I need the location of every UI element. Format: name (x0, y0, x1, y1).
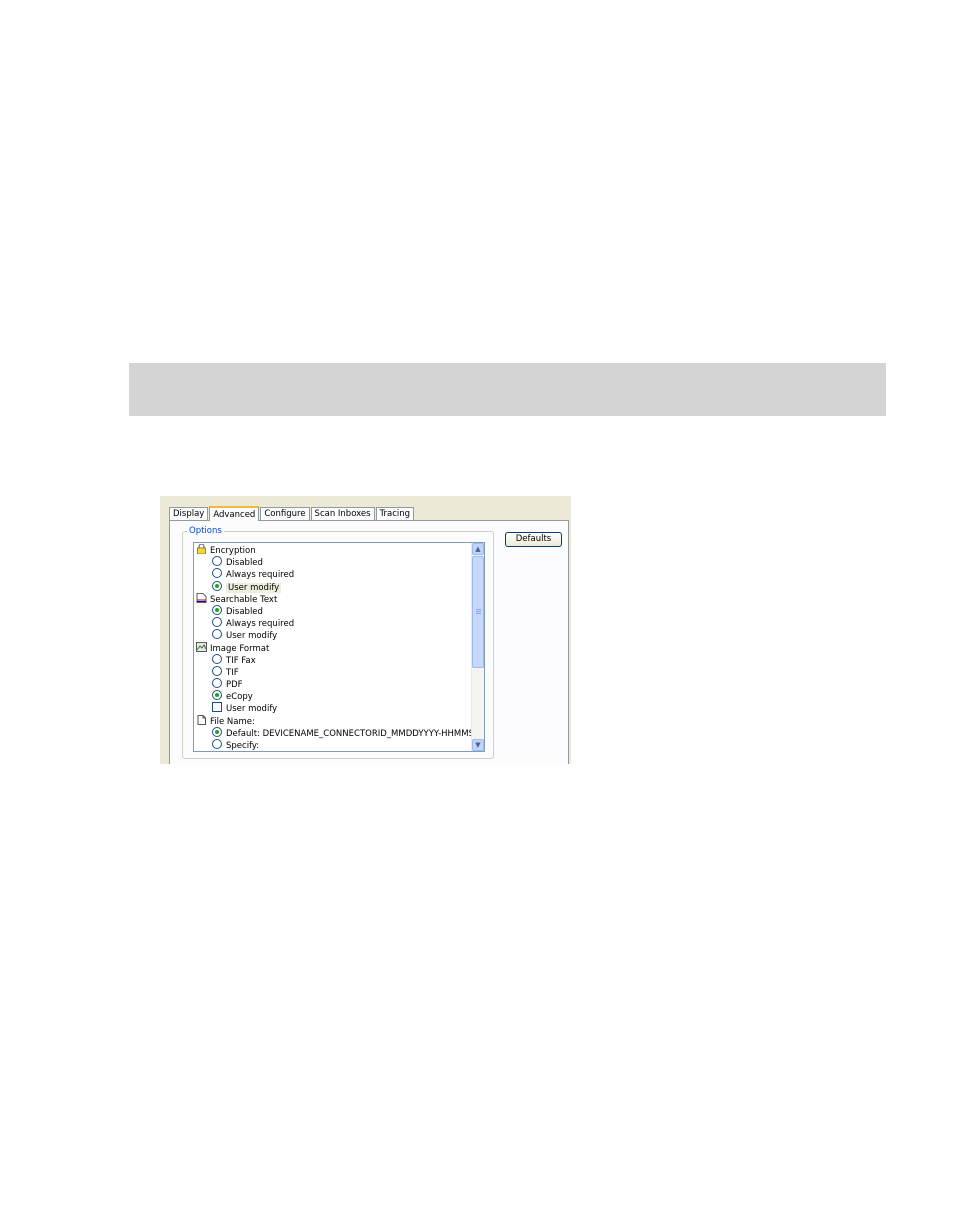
category-encryption: Encryption (194, 543, 470, 556)
radio-option[interactable]: Disabled (194, 604, 470, 617)
option-label: TIF (226, 667, 239, 678)
tab-configure[interactable]: Configure (260, 507, 310, 520)
tab-advanced[interactable]: Advanced (209, 506, 260, 521)
option-label: Disabled (226, 606, 263, 617)
radio-button[interactable] (212, 739, 222, 749)
option-label: PDF (226, 680, 243, 691)
option-label: Always required (226, 570, 295, 581)
scroll-up-button[interactable]: ▲ (472, 543, 484, 555)
tab-strip: Display Advanced Configure Scan Inboxes … (169, 506, 415, 521)
category-image-format: Image Format (194, 641, 470, 654)
option-label: File Name: (210, 716, 255, 727)
radio-button[interactable] (212, 726, 222, 737)
radio-button[interactable] (212, 629, 222, 640)
radio-button[interactable] (212, 617, 222, 628)
option-label: Specify: (226, 741, 260, 751)
defaults-button[interactable]: Defaults (505, 532, 562, 547)
radio-option[interactable]: TIF (194, 665, 470, 678)
options-list-content: Encryption Disabled Always required User mo… (194, 543, 479, 751)
option-label: User modify (226, 704, 278, 715)
tab-scan-inboxes[interactable]: Scan Inboxes (310, 507, 375, 520)
radio-option[interactable]: PDF (194, 678, 470, 690)
vertical-scrollbar[interactable]: ▲ ▼ (471, 543, 484, 751)
option-label: User modify (226, 582, 282, 593)
option-label: User modify (226, 631, 278, 642)
option-label: eCopy (226, 692, 253, 703)
document-text-icon (196, 592, 207, 603)
radio-button[interactable] (212, 665, 222, 676)
option-label: TIF Fax (226, 655, 256, 666)
radio-button[interactable] (212, 678, 222, 689)
option-label: Image Format (210, 643, 270, 654)
option-label: Encryption (210, 546, 256, 556)
checkbox-option[interactable]: User modify (194, 702, 470, 714)
radio-button[interactable] (212, 653, 222, 664)
category-searchable-text: Searchable Text (194, 592, 470, 605)
radio-button[interactable] (212, 604, 222, 615)
tab-display[interactable]: Display (169, 507, 209, 520)
options-group: Options Encryption Disabled Always require… (182, 526, 494, 759)
options-list[interactable]: Encryption Disabled Always required User mo… (193, 542, 485, 752)
option-label: Disabled (226, 558, 263, 569)
radio-option[interactable]: Specify: (194, 739, 470, 751)
radio-button[interactable] (212, 568, 222, 579)
gray-banner (129, 363, 886, 416)
radio-option[interactable]: Always required (194, 617, 470, 629)
radio-option[interactable]: User modify (194, 629, 470, 641)
settings-dialog: Display Advanced Configure Scan Inboxes … (160, 496, 571, 764)
radio-option[interactable]: Always required (194, 568, 470, 580)
radio-option[interactable]: TIF Fax (194, 653, 470, 666)
options-legend: Options (187, 526, 224, 537)
checkbox[interactable] (212, 702, 222, 713)
radio-option[interactable]: eCopy (194, 690, 470, 702)
lock-icon (196, 543, 207, 555)
option-label: Default: DEVICENAME_CONNECTORID_MMDDYYYY… (226, 728, 480, 739)
radio-button[interactable] (212, 690, 222, 701)
advanced-tab-panel: Options Encryption Disabled Always require… (169, 520, 569, 764)
radio-option[interactable]: Disabled (194, 556, 470, 568)
file-icon (196, 714, 207, 725)
radio-option[interactable]: User modify (194, 580, 470, 593)
category-file-name: File Name: (194, 714, 470, 727)
radio-button[interactable] (212, 580, 222, 591)
option-label: Searchable Text (210, 594, 278, 605)
radio-button[interactable] (212, 556, 222, 567)
option-label: Always required (226, 619, 295, 630)
scroll-down-button[interactable]: ▼ (472, 739, 484, 751)
grip-icon (476, 609, 481, 615)
image-icon (196, 641, 207, 652)
tab-tracing[interactable]: Tracing (375, 507, 415, 520)
scroll-thumb[interactable] (472, 556, 484, 668)
radio-option[interactable]: Default: DEVICENAME_CONNECTORID_MMDDYYYY… (194, 726, 479, 739)
